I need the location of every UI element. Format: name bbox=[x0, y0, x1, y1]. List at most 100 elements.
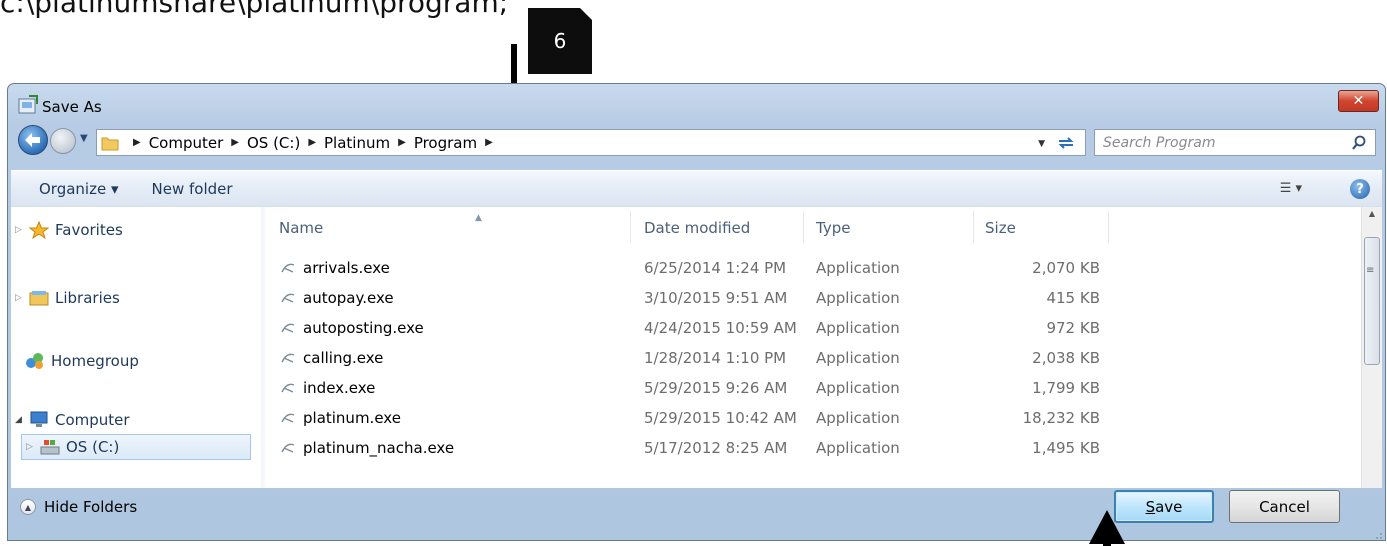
libraries-icon bbox=[29, 291, 49, 306]
scroll-up-icon[interactable]: ▲ bbox=[1362, 209, 1382, 225]
file-size: 18,232 KB bbox=[1022, 409, 1100, 427]
file-size: 1,799 KB bbox=[1032, 379, 1100, 397]
file-type: Application bbox=[816, 289, 900, 307]
search-placeholder: Search Program bbox=[1103, 134, 1216, 151]
history-dropdown-icon[interactable]: ▼ bbox=[80, 133, 88, 144]
nav-item-favorites[interactable]: ▷ Favorites bbox=[11, 221, 123, 239]
column-header-type[interactable]: Type bbox=[816, 207, 850, 249]
file-row[interactable]: platinum.exe 5/29/2015 10:42 AM Applicat… bbox=[265, 407, 1361, 429]
file-row[interactable]: autopay.exe 3/10/2015 9:51 AM Applicatio… bbox=[265, 287, 1361, 309]
star-icon bbox=[29, 221, 49, 239]
change-view-icon[interactable]: ☰ ▾ bbox=[1280, 181, 1302, 196]
column-header-name[interactable]: Name bbox=[279, 207, 323, 249]
file-type: Application bbox=[816, 379, 900, 397]
window-title: Save As bbox=[42, 98, 102, 116]
title-bar: Save As ✕ bbox=[8, 84, 1385, 122]
save-as-dialog: Save As ✕ ▼ ▶ Computer ▶ OS (C:) ▶ Plati… bbox=[7, 83, 1386, 541]
save-mnemonic: S bbox=[1145, 497, 1156, 516]
nav-item-homegroup[interactable]: Homegroup bbox=[25, 352, 139, 370]
nav-label-computer: Computer bbox=[55, 411, 130, 429]
file-size: 972 KB bbox=[1046, 319, 1100, 337]
chevron-right-icon[interactable]: ▶ bbox=[231, 137, 239, 148]
file-row[interactable]: platinum_nacha.exe 5/17/2012 8:25 AM App… bbox=[265, 437, 1361, 459]
file-row[interactable]: arrivals.exe 6/25/2014 1:24 PM Applicati… bbox=[265, 257, 1361, 279]
search-input[interactable]: Search Program bbox=[1094, 129, 1376, 156]
screenshot: c:\platinumshare\platinum\program; 6 Sav… bbox=[0, 0, 1387, 546]
close-button[interactable]: ✕ bbox=[1338, 90, 1379, 112]
file-name: arrivals.exe bbox=[303, 259, 390, 277]
address-dropdown-icon[interactable]: ▼ bbox=[1038, 139, 1045, 149]
application-icon bbox=[281, 443, 295, 453]
scroll-grip-icon: ≡ bbox=[1366, 265, 1375, 276]
organize-button[interactable]: Organize ▾ bbox=[39, 180, 119, 198]
save-button[interactable]: Save bbox=[1114, 490, 1214, 523]
cancel-button[interactable]: Cancel bbox=[1229, 490, 1340, 523]
command-bar: Organize ▾ New folder ☰ ▾ ? bbox=[11, 170, 1382, 206]
application-icon bbox=[281, 413, 295, 423]
column-divider[interactable] bbox=[973, 211, 974, 243]
application-icon bbox=[281, 293, 295, 303]
arrow-left-icon bbox=[25, 133, 40, 147]
homegroup-icon bbox=[26, 353, 43, 369]
resize-grip-icon[interactable] bbox=[1371, 528, 1383, 540]
address-bar[interactable]: ▶ Computer ▶ OS (C:) ▶ Platinum ▶ Progra… bbox=[96, 129, 1086, 156]
file-type: Application bbox=[816, 319, 900, 337]
file-name-cell: autoposting.exe bbox=[279, 319, 424, 337]
column-divider[interactable] bbox=[803, 211, 804, 243]
nav-item-os-drive[interactable]: ▷ OS (C:) bbox=[21, 434, 251, 460]
file-name-cell: platinum_nacha.exe bbox=[279, 439, 454, 457]
new-folder-button[interactable]: New folder bbox=[152, 180, 233, 198]
breadcrumb-program[interactable]: Program bbox=[414, 134, 477, 152]
expand-icon[interactable]: ▷ bbox=[26, 442, 40, 452]
file-name-cell: index.exe bbox=[279, 379, 375, 397]
step-number: 6 bbox=[553, 29, 567, 53]
column-divider[interactable] bbox=[1108, 211, 1109, 243]
nav-item-computer[interactable]: ◢ Computer bbox=[11, 411, 130, 429]
file-row[interactable]: index.exe 5/29/2015 9:26 AM Application … bbox=[265, 377, 1361, 399]
file-date: 5/29/2015 9:26 AM bbox=[644, 379, 788, 397]
file-row[interactable]: autoposting.exe 4/24/2015 10:59 AM Appli… bbox=[265, 317, 1361, 339]
breadcrumb-computer[interactable]: Computer bbox=[149, 134, 224, 152]
chevron-right-icon[interactable]: ▶ bbox=[133, 137, 141, 148]
browser-content: ▷ Favorites ▷ Libraries Homegroup ◢ Comp… bbox=[11, 206, 1382, 488]
vertical-scrollbar[interactable]: ▲ ≡ bbox=[1361, 207, 1382, 488]
chevron-right-icon[interactable]: ▶ bbox=[398, 137, 406, 148]
file-row[interactable]: calling.exe 1/28/2014 1:10 PM Applicatio… bbox=[265, 347, 1361, 369]
navigation-pane: ▷ Favorites ▷ Libraries Homegroup ◢ Comp… bbox=[11, 207, 261, 488]
column-header-date[interactable]: Date modified bbox=[644, 207, 750, 249]
back-button[interactable] bbox=[18, 125, 48, 155]
breadcrumb-platinum[interactable]: Platinum bbox=[324, 134, 390, 152]
chevron-right-icon[interactable]: ▶ bbox=[485, 137, 493, 148]
arrow-up-icon bbox=[1089, 510, 1125, 546]
expand-icon[interactable]: ▷ bbox=[15, 225, 29, 235]
hide-folders-button[interactable]: ▲ Hide Folders bbox=[20, 498, 137, 516]
refresh-icon[interactable] bbox=[1055, 133, 1077, 153]
step-number-callout: 6 bbox=[528, 8, 592, 74]
file-type: Application bbox=[816, 349, 900, 367]
file-size: 2,070 KB bbox=[1032, 259, 1100, 277]
nav-item-libraries[interactable]: ▷ Libraries bbox=[11, 289, 120, 307]
collapse-icon[interactable]: ◢ bbox=[15, 415, 29, 425]
help-icon[interactable]: ? bbox=[1350, 179, 1370, 199]
application-icon bbox=[281, 323, 295, 333]
nav-label-libraries: Libraries bbox=[55, 289, 120, 307]
scrollbar-thumb[interactable] bbox=[1364, 237, 1380, 365]
chevron-right-icon[interactable]: ▶ bbox=[308, 137, 316, 148]
file-name-cell: arrivals.exe bbox=[279, 259, 390, 277]
breadcrumb-os-drive[interactable]: OS (C:) bbox=[247, 134, 300, 152]
column-header-size[interactable]: Size bbox=[985, 207, 1016, 249]
column-divider[interactable] bbox=[630, 211, 631, 243]
forward-button[interactable] bbox=[50, 128, 76, 154]
file-date: 5/29/2015 10:42 AM bbox=[644, 409, 797, 427]
computer-icon bbox=[30, 411, 48, 427]
file-type: Application bbox=[816, 409, 900, 427]
expand-icon[interactable]: ▷ bbox=[15, 293, 29, 303]
file-name: autoposting.exe bbox=[303, 319, 424, 337]
hide-folders-label: Hide Folders bbox=[44, 498, 138, 516]
file-name: calling.exe bbox=[303, 349, 384, 367]
path-caption: c:\platinumshare\platinum\program; bbox=[0, 0, 509, 19]
file-date: 1/28/2014 1:10 PM bbox=[644, 349, 787, 367]
sort-ascending-icon: ▲ bbox=[475, 213, 482, 223]
file-date: 3/10/2015 9:51 AM bbox=[644, 289, 788, 307]
search-icon[interactable] bbox=[1351, 135, 1367, 151]
